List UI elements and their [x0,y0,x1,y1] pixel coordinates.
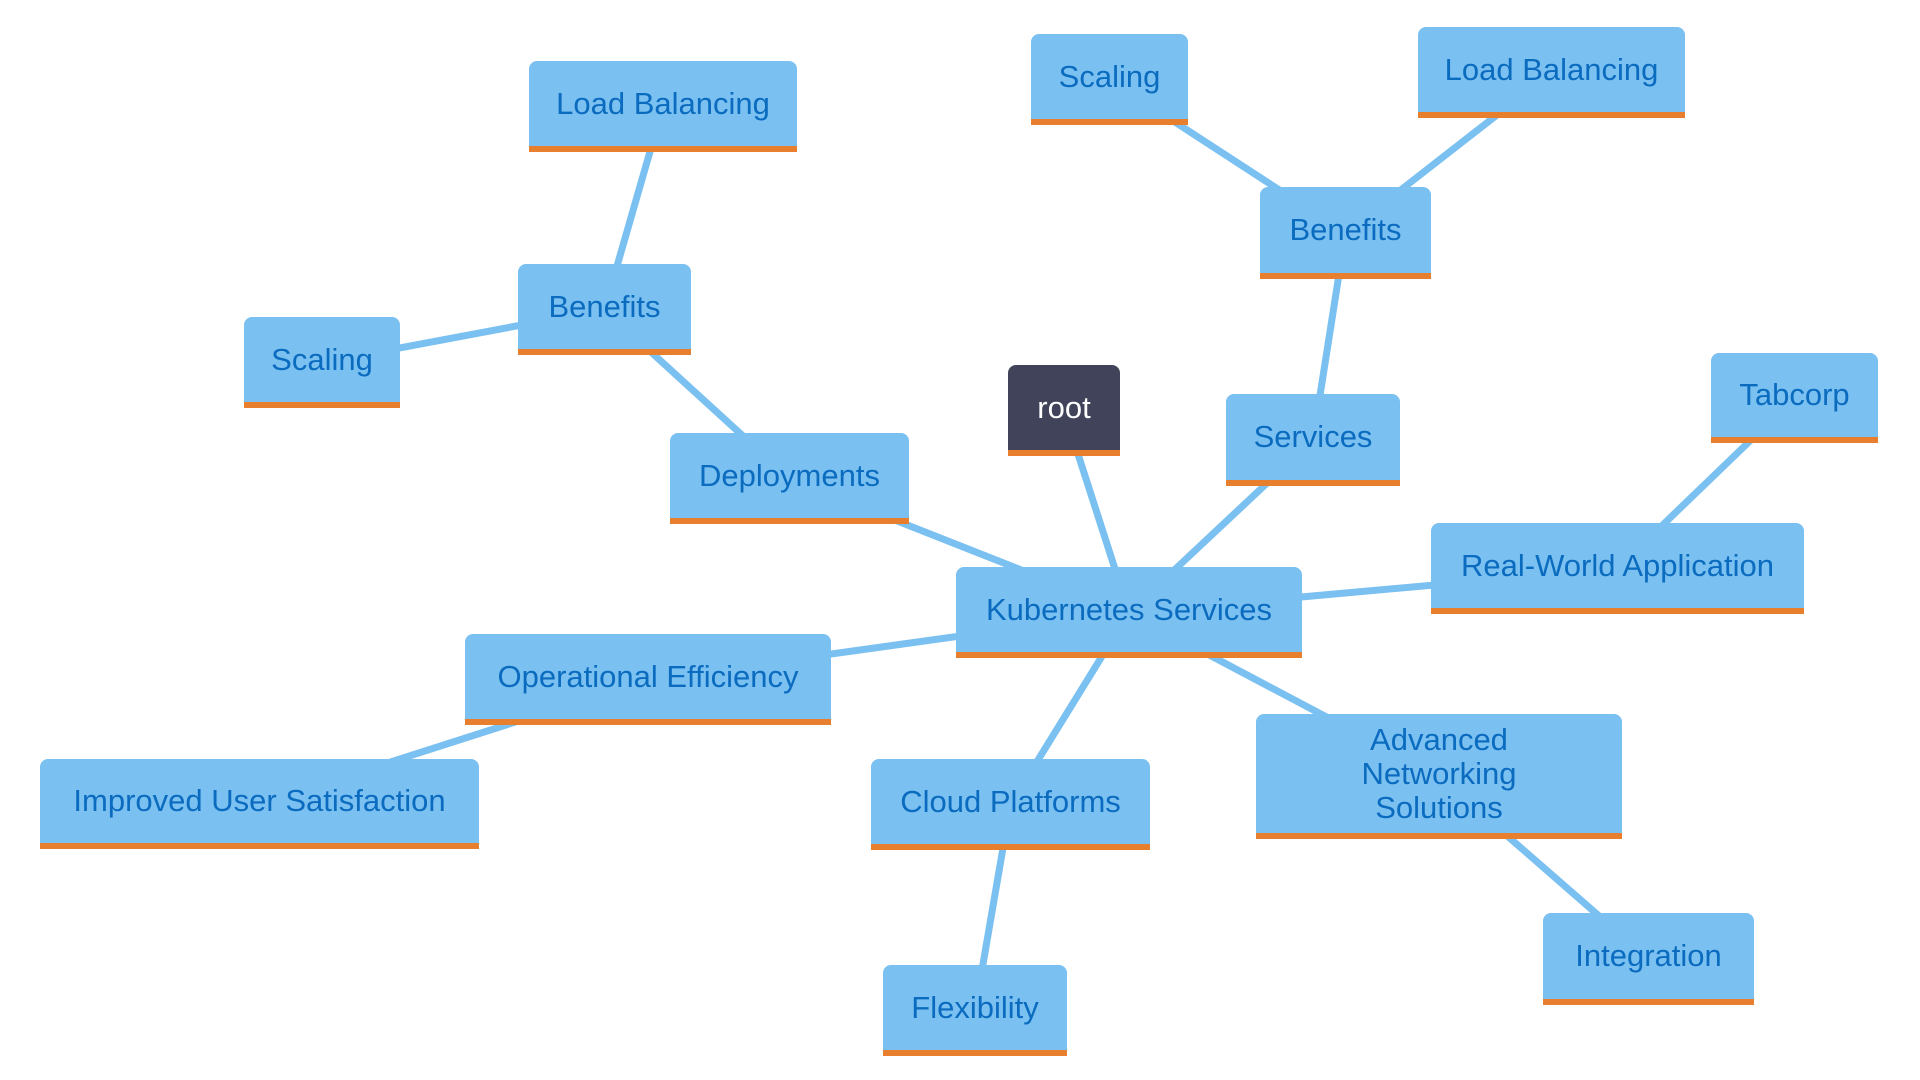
node-cloud-platforms[interactable]: Cloud Platforms [871,759,1150,850]
node-tabcorp[interactable]: Tabcorp [1711,353,1878,443]
node-services[interactable]: Services [1226,394,1400,486]
node-deployments-scaling[interactable]: Scaling [244,317,400,408]
node-services-load-balancing[interactable]: Load Balancing [1418,27,1685,118]
node-root[interactable]: root [1008,365,1120,456]
node-advanced-networking-solutions[interactable]: Advanced Networking Solutions [1256,714,1622,839]
node-real-world-application[interactable]: Real-World Application [1431,523,1804,614]
node-kubernetes-services[interactable]: Kubernetes Services [956,567,1302,658]
node-improved-user-satisfaction[interactable]: Improved User Satisfaction [40,759,479,849]
node-services-benefits[interactable]: Benefits [1260,187,1431,279]
node-deployments-load-balancing[interactable]: Load Balancing [529,61,797,152]
node-flexibility[interactable]: Flexibility [883,965,1067,1056]
node-services-scaling[interactable]: Scaling [1031,34,1188,125]
node-integration[interactable]: Integration [1543,913,1754,1005]
node-deployments-benefits[interactable]: Benefits [518,264,691,355]
node-operational-efficiency[interactable]: Operational Efficiency [465,634,831,725]
node-deployments[interactable]: Deployments [670,433,909,524]
